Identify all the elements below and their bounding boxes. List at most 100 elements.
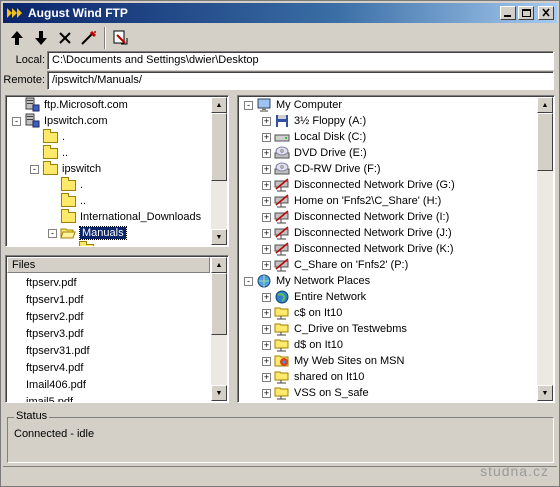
collapse-icon[interactable]: - <box>12 116 21 126</box>
expand-icon[interactable]: + <box>262 356 271 366</box>
tree-item[interactable]: + Disconnected Network Drive (G:) <box>262 177 455 193</box>
scroll-down-button[interactable]: ▼ <box>211 385 227 401</box>
scroll-thumb[interactable] <box>211 113 227 181</box>
file-list-item[interactable]: ftpserv1.pdf <box>26 292 83 309</box>
close-button[interactable] <box>538 6 554 20</box>
tree-item[interactable]: + Local Disk (C:) <box>262 129 366 145</box>
tree-item[interactable] <box>66 240 98 246</box>
expand-icon[interactable]: + <box>262 324 271 334</box>
maximize-button[interactable] <box>518 6 534 20</box>
collapse-icon[interactable]: - <box>244 100 253 110</box>
tree-item[interactable]: - Manuals <box>48 225 127 241</box>
tree-item[interactable]: + Disconnected Network Drive (I:) <box>262 209 449 225</box>
tree-item[interactable]: - Ipswitch.com <box>12 113 108 129</box>
expand-icon[interactable]: + <box>262 372 271 382</box>
tree-item[interactable]: + CD-RW Drive (F:) <box>262 161 381 177</box>
tree-item-label: c$ on It10 <box>294 307 343 319</box>
delete-icon[interactable] <box>53 26 77 50</box>
remote-tree-view[interactable]: ▲ ▼ ftp.Microsoft.com - Ipswitch.com... - ip… <box>5 95 229 247</box>
msn-icon <box>274 353 290 369</box>
tree-item[interactable]: + Home on 'Fnfs2\C_Share' (H:) <box>262 193 441 209</box>
tree-item[interactable]: + C_Drive on Testwebms <box>262 321 407 337</box>
expand-icon[interactable]: + <box>262 340 271 350</box>
computer-icon <box>256 97 272 113</box>
file-list-item[interactable]: ftpserv3.pdf <box>26 326 83 343</box>
collapse-icon[interactable]: - <box>244 276 253 286</box>
file-list-item[interactable]: ftpserv.pdf <box>26 275 77 292</box>
collapse-icon[interactable]: - <box>48 228 57 238</box>
expand-icon[interactable]: + <box>262 116 271 126</box>
tree-item[interactable]: - My Network Places <box>244 273 370 289</box>
tree-item[interactable]: . <box>48 176 83 193</box>
app-logo-icon <box>6 6 24 20</box>
file-list-item[interactable]: ftpserv4.pdf <box>26 360 83 377</box>
tree-item[interactable]: + Disconnected Network Drive (K:) <box>262 241 454 257</box>
up-arrow-icon[interactable] <box>5 26 29 50</box>
remote-tree-scrollbar[interactable]: ▲ ▼ <box>211 97 227 245</box>
local-tree-view[interactable]: ▲ ▼ - My Computer +3½ Floppy (A:) + Local Di… <box>237 95 555 403</box>
scroll-down-button[interactable]: ▼ <box>537 385 553 401</box>
scroll-up-button[interactable]: ▲ <box>211 257 227 273</box>
expand-icon[interactable]: + <box>262 212 271 222</box>
tree-item[interactable]: + C_Share on 'Fnfs2' (P:) <box>262 257 408 273</box>
netdrive-icon <box>274 257 290 273</box>
globe-icon <box>274 289 290 305</box>
tree-item[interactable]: +3½ Floppy (A:) <box>262 113 366 129</box>
files-scrollbar[interactable]: ▲ ▼ <box>211 257 227 401</box>
folder-icon <box>60 176 76 193</box>
files-list-panel[interactable]: Files ▲ ▼ ftpserv.pdf ftpserv1.pdf ftpserv… <box>5 255 229 403</box>
tree-item[interactable]: ftp.Microsoft.com <box>12 97 128 113</box>
file-list-item[interactable]: imail5.pdf <box>26 394 73 402</box>
expand-icon[interactable]: + <box>262 228 271 238</box>
title-bar[interactable]: August Wind FTP <box>3 3 557 23</box>
tree-item[interactable]: + My Web Sites on MSN <box>262 353 404 369</box>
tree-item[interactable]: - My Computer <box>244 97 342 113</box>
expand-icon[interactable]: + <box>262 196 271 206</box>
scroll-up-button[interactable]: ▲ <box>211 97 227 113</box>
expand-icon[interactable]: + <box>262 132 271 142</box>
remote-path-input[interactable]: /ipswitch/Manuals/ <box>47 71 554 90</box>
tree-item[interactable]: + c$ on It10 <box>262 305 342 321</box>
tree-item-label: ftp.Microsoft.com <box>44 99 128 111</box>
tree-item-label: Local Disk (C:) <box>294 131 367 143</box>
expand-icon[interactable]: + <box>262 244 271 254</box>
tree-item[interactable]: . <box>30 128 65 145</box>
local-tree-scrollbar[interactable]: ▲ ▼ <box>537 97 553 401</box>
scroll-up-button[interactable]: ▲ <box>537 97 553 113</box>
netdrive-icon <box>274 225 290 241</box>
tree-item[interactable]: + d$ on It10 <box>262 337 343 353</box>
tree-item-label: Disconnected Network Drive (I:) <box>294 211 450 223</box>
scroll-thumb[interactable] <box>537 113 553 171</box>
expand-icon[interactable]: + <box>262 164 271 174</box>
connect-icon[interactable] <box>109 26 133 50</box>
tree-item[interactable]: + VSS on S_safe <box>262 385 369 401</box>
tree-item-label: Ipswitch.com <box>44 115 108 127</box>
file-list-item[interactable]: ftpserv31.pdf <box>26 343 90 360</box>
tree-item[interactable]: .. <box>30 144 68 161</box>
tree-item[interactable]: - ipswitch <box>30 160 101 177</box>
expand-icon[interactable]: + <box>262 260 271 270</box>
expand-icon[interactable]: + <box>262 308 271 318</box>
collapse-icon[interactable]: - <box>30 164 39 174</box>
expand-icon[interactable]: + <box>262 292 271 302</box>
minimize-button[interactable] <box>500 6 516 20</box>
tree-item[interactable]: + Entire Network <box>262 289 366 305</box>
down-arrow-icon[interactable] <box>29 26 53 50</box>
files-column-header[interactable]: Files <box>7 257 210 273</box>
expand-icon[interactable]: + <box>262 148 271 158</box>
file-list-item[interactable]: ftpserv2.pdf <box>26 309 83 326</box>
expand-icon[interactable]: + <box>262 180 271 190</box>
wand-icon[interactable] <box>77 26 101 50</box>
tree-item[interactable]: .. <box>48 192 86 209</box>
scroll-thumb[interactable] <box>211 273 227 335</box>
tree-item[interactable]: + Disconnected Network Drive (J:) <box>262 225 452 241</box>
scroll-down-button[interactable]: ▼ <box>211 229 227 245</box>
tree-item[interactable]: + DVD Drive (E:) <box>262 145 367 161</box>
status-group: Status Connected - idle <box>7 410 554 463</box>
tree-item[interactable]: + shared on It10 <box>262 369 364 385</box>
local-path-input[interactable]: C:\Documents and Settings\dwier\Desktop <box>47 51 554 70</box>
watermark: studna.cz <box>480 463 549 479</box>
tree-item[interactable]: International_Downloads <box>48 208 201 225</box>
expand-icon[interactable]: + <box>262 388 271 398</box>
file-list-item[interactable]: Imail406.pdf <box>26 377 86 394</box>
